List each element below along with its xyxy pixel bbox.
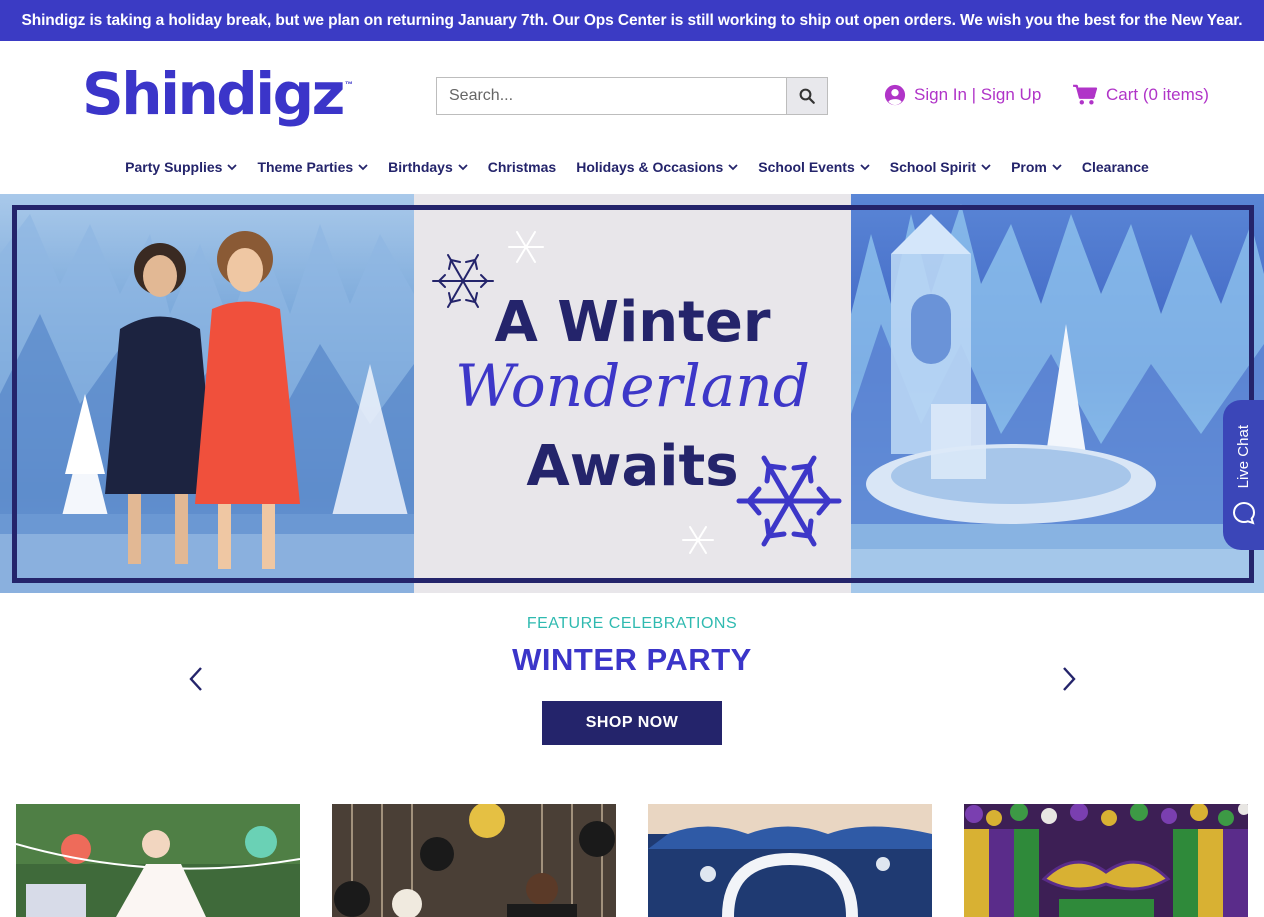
search-input[interactable]: [437, 78, 786, 114]
nav-item-label[interactable]: Prom: [1011, 159, 1047, 175]
category-tile-mardi-gras[interactable]: [964, 804, 1248, 917]
logo-text[interactable]: Shindigz: [82, 58, 345, 130]
hero-line-1: A Winter: [494, 290, 771, 355]
hero-photo-left: [0, 194, 414, 593]
winter-arch-photo: [648, 804, 932, 917]
announcement-text: Shindigz is taking a holiday break, but …: [21, 11, 1243, 29]
cart-label[interactable]: Cart (0 items): [1106, 85, 1209, 105]
chevron-left-icon: [189, 667, 202, 691]
nav-item-christmas[interactable]: Christmas: [488, 159, 556, 175]
chevron-right-icon: [1063, 667, 1076, 691]
nav-item-prom[interactable]: Prom: [1011, 159, 1062, 175]
search-box: [436, 77, 828, 115]
shop-now-button[interactable]: SHOP NOW: [542, 701, 722, 745]
nav-item-birthdays[interactable]: Birthdays: [388, 159, 468, 175]
sign-in-link[interactable]: Sign In | Sign Up: [884, 84, 1041, 106]
nav-item-label[interactable]: School Spirit: [890, 159, 976, 175]
nav-item-label[interactable]: Theme Parties: [257, 159, 353, 175]
hero-photo-right: [851, 194, 1264, 593]
chevron-down-icon: [1052, 163, 1062, 170]
sign-in-label[interactable]: Sign In | Sign Up: [914, 85, 1041, 105]
garden-party-photo: [16, 804, 300, 917]
shopping-cart-icon: [1073, 84, 1098, 105]
user-circle-icon: [884, 84, 906, 106]
chevron-down-icon: [860, 163, 870, 170]
mardi-gras-photo: [964, 804, 1248, 917]
nav-item-label[interactable]: Clearance: [1082, 159, 1149, 175]
hero-text-panel: A Winter Wonderland Awaits: [414, 194, 851, 593]
search-icon: [799, 88, 815, 104]
nav-item-theme-parties[interactable]: Theme Parties: [257, 159, 368, 175]
nav-item-school-spirit[interactable]: School Spirit: [890, 159, 991, 175]
chevron-down-icon: [458, 163, 468, 170]
nav-item-clearance[interactable]: Clearance: [1082, 159, 1149, 175]
carousel-prev-button[interactable]: [181, 664, 211, 694]
hero-line-2: Wonderland: [455, 352, 810, 420]
nav-item-holidays-occasions[interactable]: Holidays & Occasions: [576, 159, 738, 175]
chat-bubble-icon: [1232, 501, 1255, 525]
hero-left-illustration: [0, 214, 414, 593]
logo-trademark: ™: [344, 80, 353, 89]
nav-item-party-supplies[interactable]: Party Supplies: [125, 159, 238, 175]
site-logo[interactable]: Shindigz ™: [82, 58, 353, 130]
nav-item-label[interactable]: Christmas: [488, 159, 556, 175]
new-years-photo: [332, 804, 616, 917]
feature-eyebrow: FEATURE CELEBRATIONS: [526, 615, 738, 632]
nav-item-label[interactable]: Birthdays: [388, 159, 453, 175]
chevron-down-icon: [227, 163, 238, 170]
chevron-down-icon: [981, 163, 991, 170]
snowflake-icon: [736, 455, 842, 547]
chevron-down-icon: [728, 163, 738, 170]
category-tile-winter-arch[interactable]: [648, 804, 932, 917]
search-button[interactable]: [786, 78, 827, 114]
announcement-bar: Shindigz is taking a holiday break, but …: [0, 0, 1264, 41]
hero-banner[interactable]: A Winter Wonderland Awaits: [0, 194, 1264, 593]
snowflake-icon: [508, 231, 544, 263]
category-tile-new-years[interactable]: [332, 804, 616, 917]
nav-item-label[interactable]: Holidays & Occasions: [576, 159, 723, 175]
nav-item-label[interactable]: School Events: [758, 159, 854, 175]
hero-right-illustration: [851, 204, 1264, 593]
nav-item-label[interactable]: Party Supplies: [125, 159, 222, 175]
snowflake-icon: [682, 526, 714, 554]
carousel-next-button[interactable]: [1054, 664, 1084, 694]
category-tile-garden-party[interactable]: [16, 804, 300, 917]
live-chat-button[interactable]: Live Chat: [1223, 400, 1264, 550]
live-chat-label[interactable]: Live Chat: [1235, 425, 1252, 488]
main-nav: Party Supplies Theme Parties Birthdays C…: [0, 150, 1264, 184]
cart-link[interactable]: Cart (0 items): [1072, 84, 1209, 106]
chevron-down-icon: [358, 163, 368, 170]
nav-item-school-events[interactable]: School Events: [758, 159, 870, 175]
